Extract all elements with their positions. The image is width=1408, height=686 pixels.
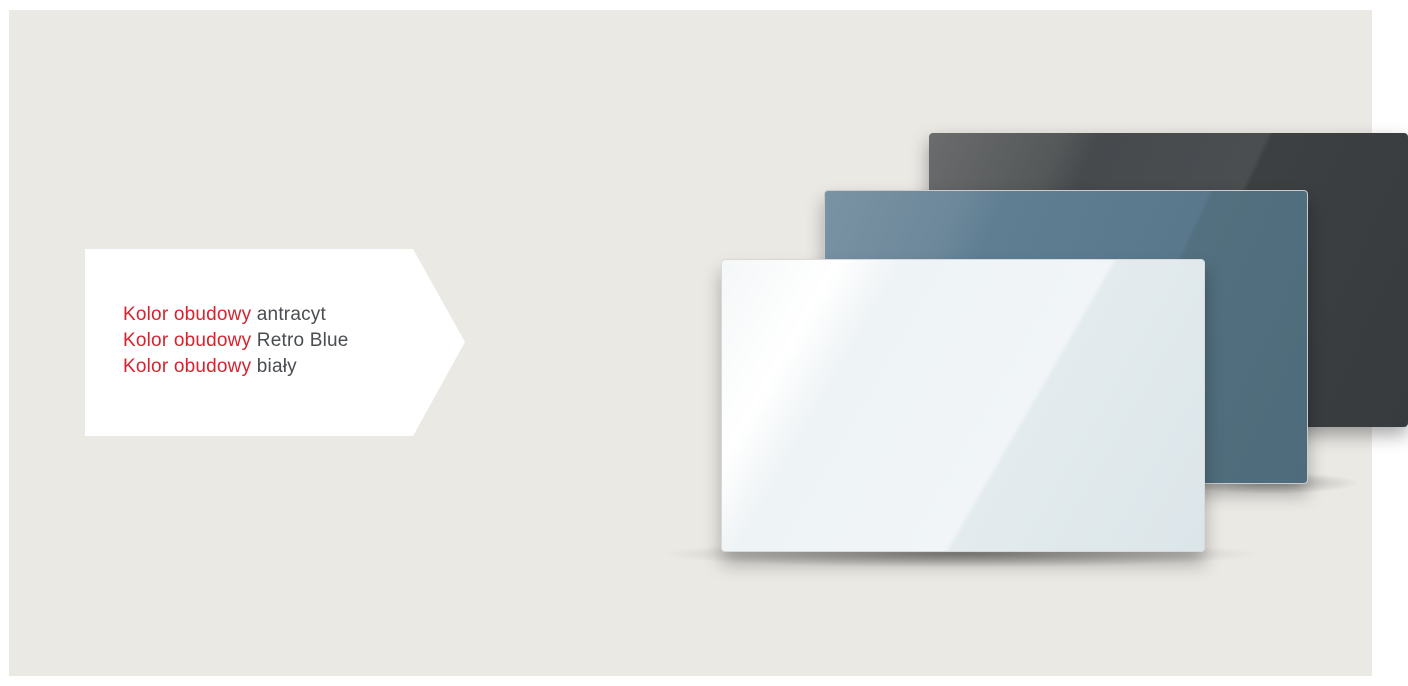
color-callout: Kolor obudowy antracyt Kolor obudowy Ret… xyxy=(85,249,465,436)
color-option-antracyt: Kolor obudowy antracyt xyxy=(123,302,349,328)
color-option-label: Kolor obudowy xyxy=(123,304,252,325)
color-options-list: Kolor obudowy antracyt Kolor obudowy Ret… xyxy=(123,302,349,380)
color-option-label: Kolor obudowy xyxy=(123,330,252,351)
color-option-retro-blue: Kolor obudowy Retro Blue xyxy=(123,328,349,354)
color-option-value: Retro Blue xyxy=(256,330,349,351)
color-option-value: biały xyxy=(256,356,297,377)
color-option-value: antracyt xyxy=(256,304,326,325)
color-option-white: Kolor obudowy biały xyxy=(123,354,349,380)
panel-white xyxy=(721,259,1205,552)
color-option-label: Kolor obudowy xyxy=(123,356,252,377)
